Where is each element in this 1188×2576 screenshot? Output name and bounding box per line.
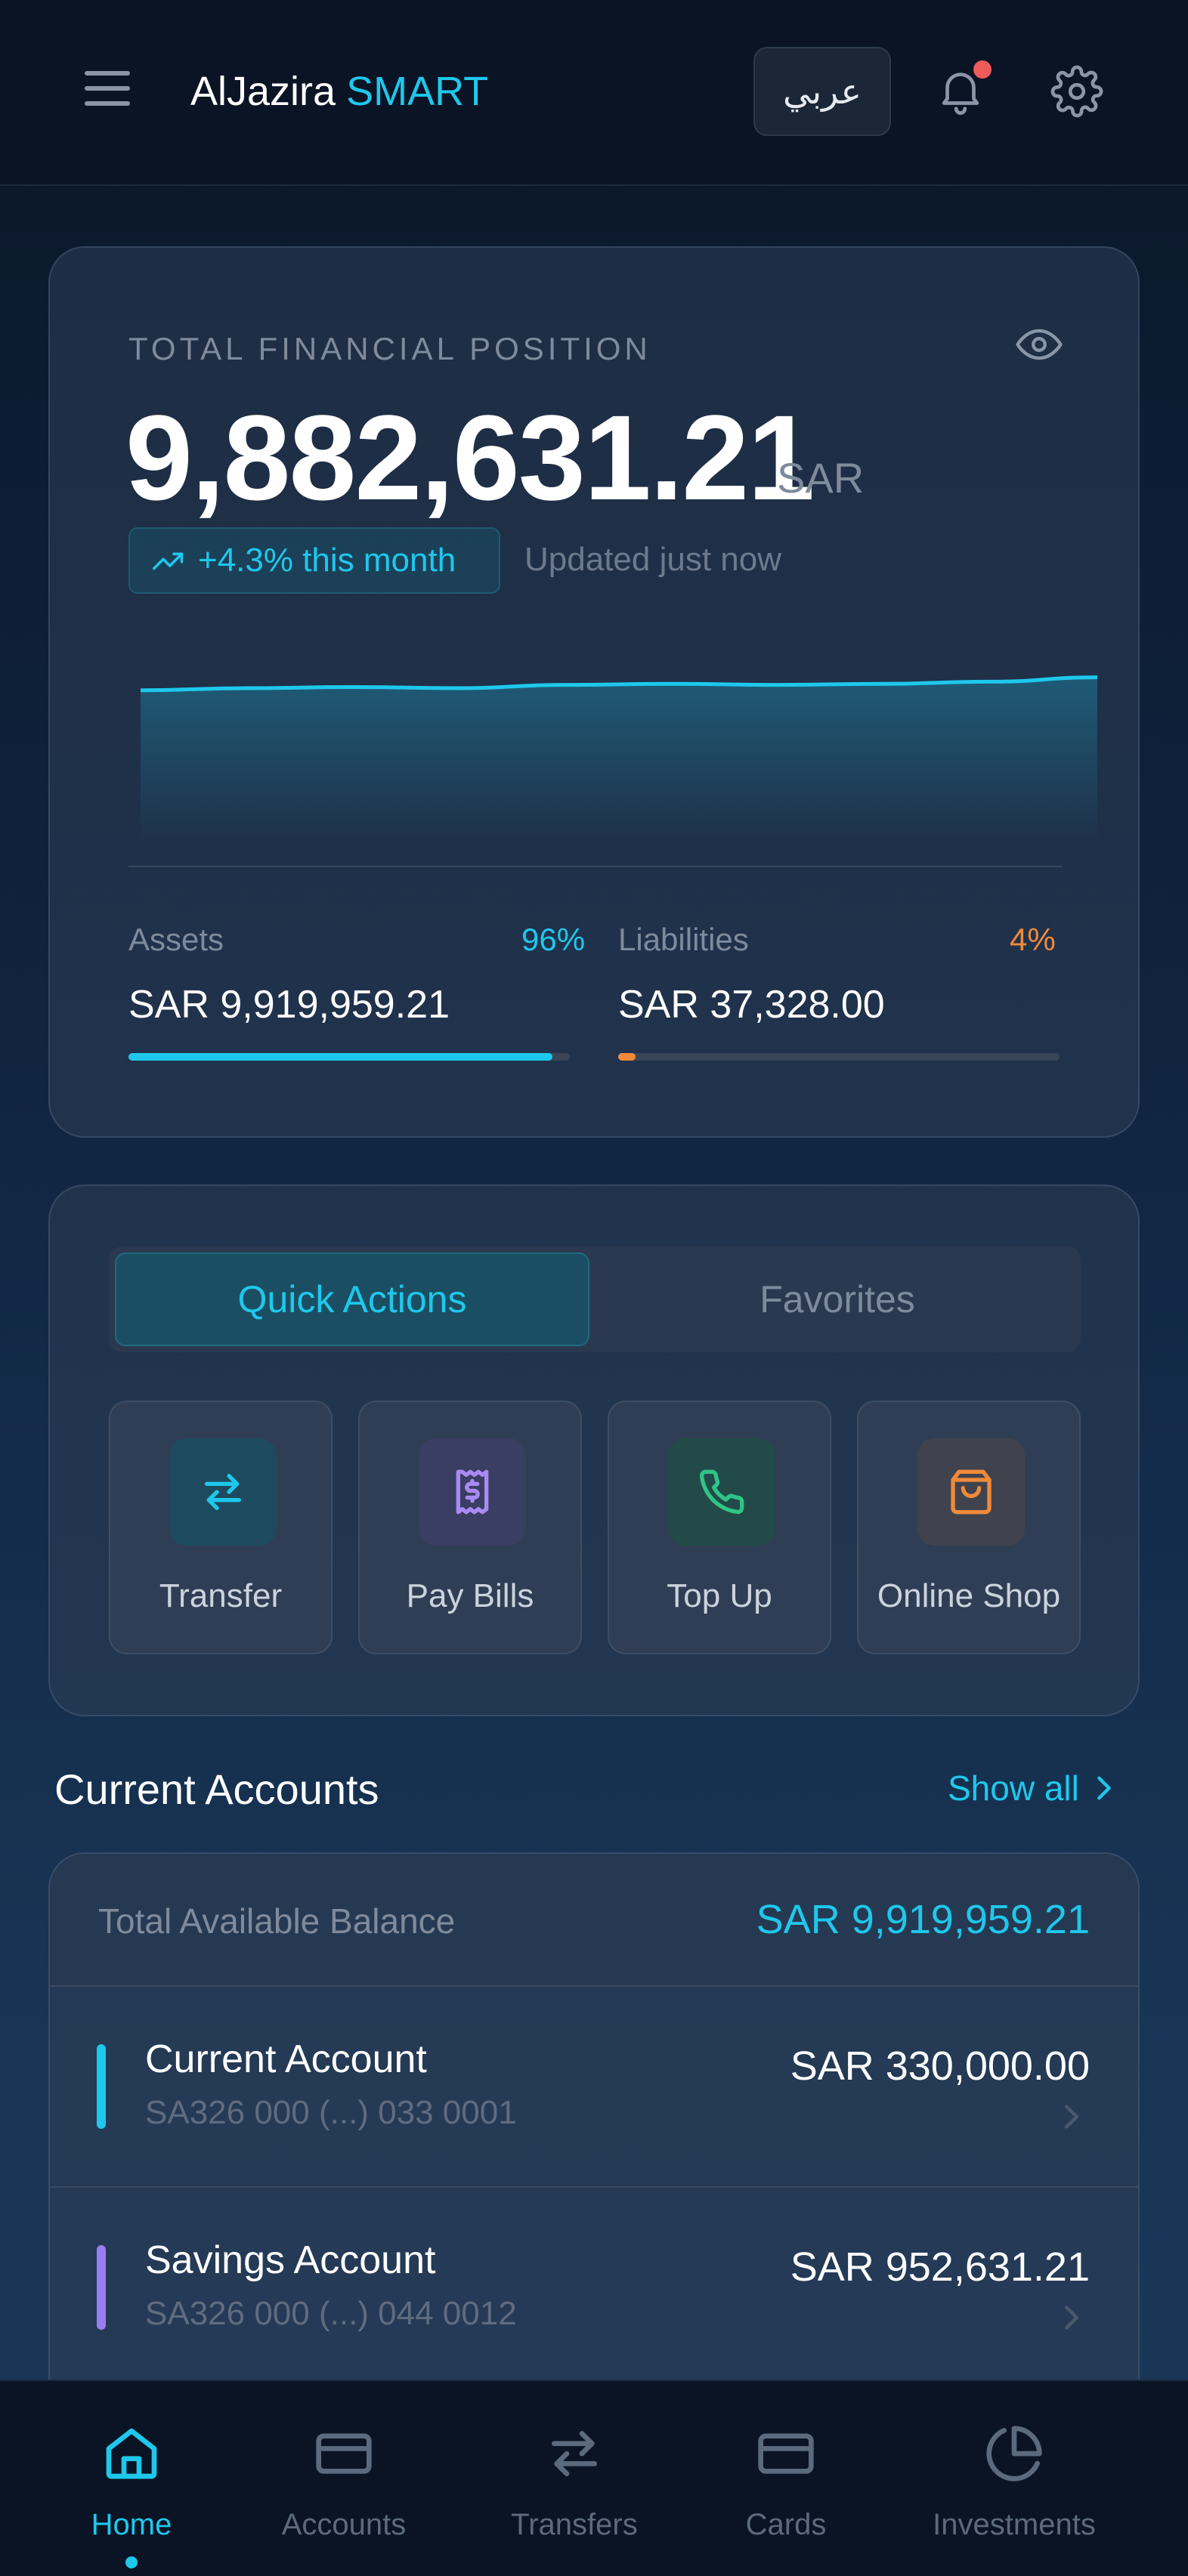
nav-label: Accounts — [281, 2508, 407, 2541]
account-row[interactable]: Savings Account SA326 000 (...) 044 0012… — [50, 2188, 1138, 2389]
bottom-nav: Home Accounts Transfers Cards Investment… — [0, 2380, 1188, 2576]
liabilities-progress-fill — [618, 1053, 636, 1061]
tab-quick-actions[interactable]: Quick Actions — [115, 1252, 589, 1346]
account-iban: SA326 000 (...) 044 0012 — [145, 2295, 517, 2332]
section-title-accounts: Current Accounts — [54, 1765, 379, 1813]
shopping-bag-icon — [917, 1438, 1025, 1546]
total-position-currency: SAR — [777, 454, 865, 502]
account-iban: SA326 000 (...) 033 0001 — [145, 2094, 517, 2131]
transfer-arrows-icon — [552, 2431, 597, 2476]
nav-label: Investments — [933, 2508, 1096, 2541]
liabilities-label: Liabilities — [618, 922, 749, 957]
account-color-bar — [97, 2245, 106, 2330]
eye-icon[interactable] — [1016, 326, 1063, 363]
liabilities-progress-bar — [618, 1053, 1060, 1061]
nav-investments[interactable]: Investments — [914, 2381, 1114, 2576]
app-header: AlJazira SMART عربي — [0, 0, 1188, 186]
financial-position-label: TOTAL FINANCIAL POSITION — [128, 331, 651, 366]
balance-sparkline — [141, 675, 1097, 845]
action-pay-bills[interactable]: Pay Bills — [358, 1401, 582, 1654]
divider — [128, 866, 1063, 867]
total-balance-value: SAR 9,919,959.21 — [756, 1897, 1090, 1942]
financial-position-card: TOTAL FINANCIAL POSITION 9,882,631.21 SA… — [48, 246, 1140, 1138]
chevron-right-icon — [1065, 2306, 1078, 2330]
transfer-arrows-icon — [169, 1438, 277, 1546]
assets-progress-bar — [128, 1053, 570, 1061]
total-position-value: 9,882,631.21 — [125, 390, 815, 525]
credit-card-icon — [758, 2433, 814, 2474]
chevron-right-icon — [1097, 1776, 1111, 1800]
quick-actions-card: Quick Actions Favorites Transfer Pay Bil… — [48, 1185, 1140, 1716]
account-balance: SAR 952,631.21 — [790, 2244, 1090, 2290]
action-top-up[interactable]: Top Up — [608, 1401, 831, 1654]
action-transfer[interactable]: Transfer — [109, 1401, 333, 1654]
nav-accounts[interactable]: Accounts — [257, 2381, 431, 2576]
account-color-bar — [97, 2044, 106, 2129]
account-name: Current Account — [145, 2037, 427, 2081]
show-all-label: Show all — [948, 1768, 1079, 1808]
gear-icon[interactable] — [1050, 65, 1103, 118]
receipt-dollar-icon — [419, 1438, 526, 1546]
action-label: Transfer — [159, 1577, 283, 1614]
show-all-link[interactable]: Show all — [948, 1768, 1112, 1808]
pie-chart-icon — [986, 2426, 1042, 2482]
trend-badge: +4.3% this month — [128, 527, 500, 594]
nav-label: Transfers — [511, 2508, 638, 2541]
nav-label: Cards — [745, 2508, 827, 2541]
account-row[interactable]: Current Account SA326 000 (...) 033 0001… — [50, 1987, 1138, 2188]
brand-logo: AlJazira SMART — [190, 68, 488, 115]
nav-home[interactable]: Home — [48, 2381, 215, 2576]
chevron-right-icon — [1065, 2105, 1078, 2129]
account-balance: SAR 330,000.00 — [790, 2043, 1090, 2089]
action-label: Online Shop — [877, 1577, 1061, 1614]
segmented-control: Quick Actions Favorites — [109, 1246, 1081, 1352]
trend-text: +4.3% this month — [198, 542, 456, 579]
nav-transfers[interactable]: Transfers — [491, 2381, 657, 2576]
brand-name: AlJazira — [190, 69, 336, 114]
active-indicator — [125, 2556, 138, 2568]
tab-favorites[interactable]: Favorites — [600, 1252, 1075, 1346]
action-label: Top Up — [667, 1577, 772, 1614]
account-name: Savings Account — [145, 2238, 436, 2282]
total-balance-label: Total Available Balance — [98, 1901, 456, 1941]
nav-cards[interactable]: Cards — [703, 2381, 869, 2576]
action-label: Pay Bills — [406, 1577, 534, 1614]
assets-percent: 96% — [521, 922, 586, 957]
language-toggle-button[interactable]: عربي — [753, 47, 891, 136]
brand-accent: SMART — [346, 69, 489, 114]
home-icon — [106, 2428, 157, 2479]
assets-progress-fill — [128, 1053, 552, 1061]
phone-icon — [668, 1438, 775, 1546]
assets-value: SAR 9,919,959.21 — [128, 983, 450, 1027]
notification-badge — [973, 60, 992, 79]
sparkline-area — [141, 677, 1097, 845]
liabilities-value: SAR 37,328.00 — [618, 983, 885, 1027]
assets-label: Assets — [128, 922, 224, 957]
updated-status: Updated just now — [524, 541, 781, 578]
nav-label: Home — [91, 2508, 172, 2541]
wallet-card-icon — [316, 2433, 372, 2474]
liabilities-percent: 4% — [1010, 922, 1056, 957]
action-online-shop[interactable]: Online Shop — [857, 1401, 1081, 1654]
total-balance-row: Total Available Balance SAR 9,919,959.21 — [50, 1854, 1138, 1987]
trending-up-icon — [153, 552, 184, 570]
menu-icon[interactable] — [85, 71, 130, 109]
